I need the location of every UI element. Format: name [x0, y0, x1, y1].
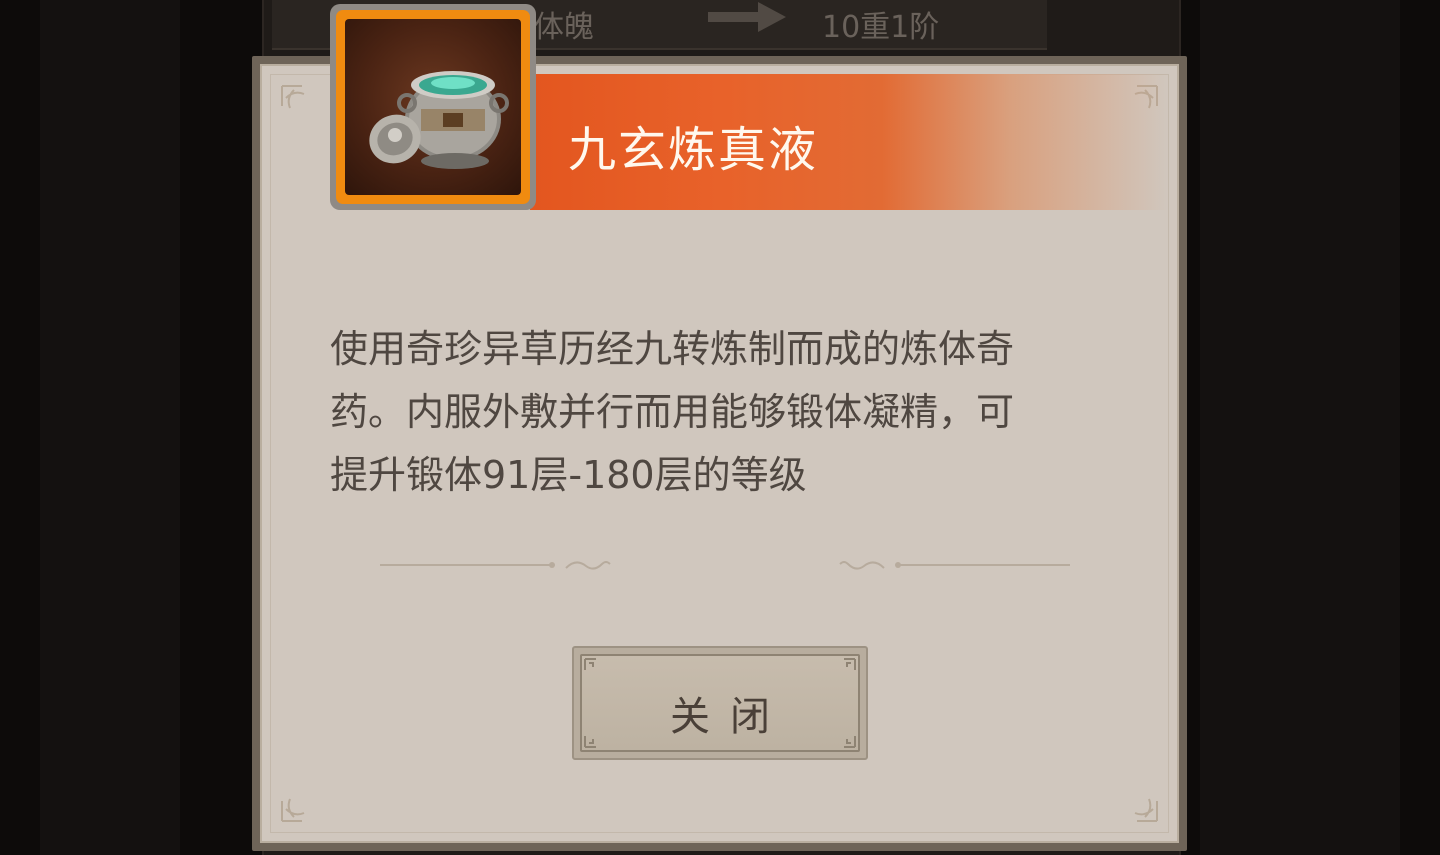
corner-ornament-icon — [844, 658, 856, 670]
background-side-left — [40, 0, 180, 855]
cauldron-icon — [369, 71, 509, 169]
right-arrow-icon — [708, 2, 786, 32]
corner-ornament-icon — [281, 85, 305, 109]
description-line: 提升锻体91层-180层的等级 — [330, 453, 807, 497]
close-button[interactable]: 关闭 — [572, 646, 868, 760]
description-line: 药。内服外敷并行而用能够锻体凝精，可 — [330, 390, 1015, 434]
item-description: 使用奇珍异草历经九转炼制而成的炼体奇 药。内服外敷并行而用能够锻体凝精，可 提升… — [330, 318, 1090, 507]
item-name: 九玄炼真液 — [568, 122, 819, 178]
item-icon-frame — [330, 4, 536, 210]
divider-ornament-left — [380, 561, 611, 570]
divider-ornament-right — [839, 561, 1070, 570]
background-side-right — [1200, 0, 1400, 855]
close-button-label: 关闭 — [670, 694, 790, 740]
corner-ornament-icon — [584, 658, 596, 670]
corner-ornament-icon — [1134, 798, 1158, 822]
description-line: 使用奇珍异草历经九转炼制而成的炼体奇 — [330, 327, 1015, 371]
background-stat-value: 10重1阶 — [822, 10, 940, 45]
corner-ornament-icon — [281, 798, 305, 822]
background-stat-label: 体魄 — [534, 10, 594, 45]
